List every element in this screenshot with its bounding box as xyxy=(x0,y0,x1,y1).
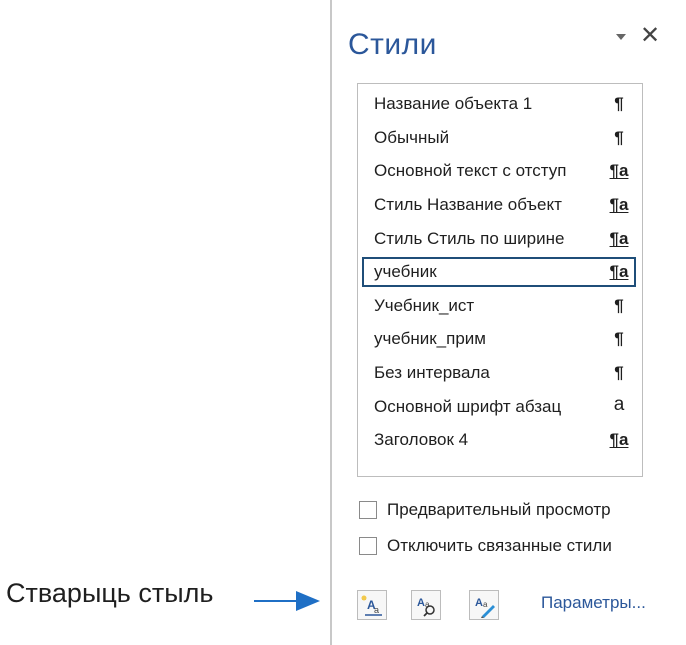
style-name: Заголовок 4 xyxy=(374,430,469,449)
disable-linked-styles-label: Отключить связанные стили xyxy=(387,536,612,555)
linked-style-icon: ¶a xyxy=(609,229,629,248)
style-name: учебник xyxy=(374,262,437,281)
svg-text:a: a xyxy=(374,605,379,615)
style-name: Название объекта 1 xyxy=(374,94,533,113)
style-name: учебник_прим xyxy=(374,329,486,348)
svg-text:A: A xyxy=(417,597,425,609)
preview-checkbox[interactable] xyxy=(359,501,377,519)
styles-pane: Стили ✕ Название объекта 1 ¶ Обычный ¶ Основ… xyxy=(330,0,686,645)
paragraph-style-icon: ¶ xyxy=(614,329,624,348)
svg-text:A: A xyxy=(475,597,483,609)
style-inspector-button[interactable]: A a xyxy=(411,590,441,620)
linked-style-icon: ¶a xyxy=(609,430,629,449)
style-list-item[interactable]: Заголовок 4 ¶a xyxy=(362,425,636,455)
preview-label: Предварительный просмотр xyxy=(387,500,611,519)
style-name: Без интервала xyxy=(374,363,490,382)
disable-linked-styles-checkbox[interactable] xyxy=(359,537,377,555)
character-style-icon: a xyxy=(613,394,625,415)
pane-title: Стили xyxy=(348,28,437,61)
style-list-item[interactable]: учебник ¶a xyxy=(362,257,636,287)
style-list-item[interactable]: Стиль Название объект ¶a xyxy=(362,190,636,220)
paragraph-style-icon: ¶ xyxy=(614,128,624,147)
paragraph-style-icon: ¶ xyxy=(614,363,624,382)
style-name: Основной текст с отступ xyxy=(374,161,567,180)
create-style-callout: Стварыць стыль xyxy=(6,578,214,608)
style-name: Стиль Стиль по ширине xyxy=(374,229,565,248)
style-list-item[interactable]: учебник_прим ¶ xyxy=(362,324,636,354)
linked-style-icon: ¶a xyxy=(609,195,629,214)
style-list-item[interactable]: Учебник_ист ¶ xyxy=(362,291,636,321)
style-list-item[interactable]: Стиль Стиль по ширине ¶a xyxy=(362,224,636,254)
style-name: Учебник_ист xyxy=(374,296,475,315)
manage-styles-icon: A a xyxy=(475,597,495,618)
style-list-item[interactable]: Обычный ¶ xyxy=(362,123,636,153)
manage-styles-button[interactable]: A a xyxy=(469,590,499,620)
style-name: Основной шрифт абзац xyxy=(374,397,562,416)
dropdown-triangle-icon[interactable] xyxy=(616,34,626,40)
style-name: Стиль Название объект xyxy=(374,195,562,214)
paragraph-style-icon: ¶ xyxy=(614,94,624,113)
new-style-icon: A a xyxy=(361,595,382,616)
close-icon[interactable]: ✕ xyxy=(640,24,660,48)
style-list-item[interactable]: Без интервала ¶ xyxy=(362,358,636,388)
style-inspector-icon: A a xyxy=(417,597,435,617)
paragraph-style-icon: ¶ xyxy=(614,296,624,315)
style-name: Обычный xyxy=(374,128,450,147)
linked-style-icon: ¶a xyxy=(609,161,629,180)
new-style-button[interactable]: A a xyxy=(357,590,387,620)
svg-text:a: a xyxy=(483,600,488,609)
style-list-item[interactable]: Основной шрифт абзац a xyxy=(362,392,636,422)
options-link[interactable]: Параметры... xyxy=(541,593,646,613)
linked-style-icon: ¶a xyxy=(609,262,629,281)
styles-list: Название объекта 1 ¶ Обычный ¶ Основной текс… xyxy=(357,83,643,477)
callout-arrow-icon xyxy=(254,591,320,611)
style-list-item[interactable]: Название объекта 1 ¶ xyxy=(362,89,636,119)
style-list-item[interactable]: Основной текст с отступ ¶a xyxy=(362,156,636,186)
